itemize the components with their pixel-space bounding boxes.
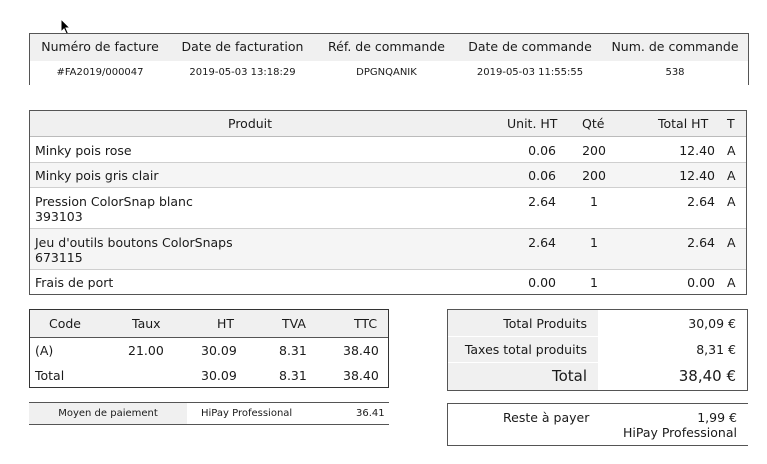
tax-header-row [30,310,388,338]
tax-code: (A) [35,343,54,358]
col-tax: T [727,116,735,131]
tax-col-tva: TVA [282,316,306,331]
row-total-wrap: 12.40 [635,168,735,183]
payment-method-label: Moyen de paiement [29,403,187,424]
col-unit-price: Unit. HT [507,116,558,131]
invoice-date: 2019-05-03 13:18:29 [189,67,296,78]
col-product: Produit [228,116,273,131]
order-date: 2019-05-03 11:55:55 [476,67,584,78]
unit-price: 0.06 [528,168,556,183]
row-total-wrap: 0.00 [635,275,735,290]
invoice-header-table: Numéro de facture Date de facturation Ré… [29,33,749,85]
product-name: Jeu d'outils boutons ColorSnaps [35,235,233,250]
unit-price: 0.06 [528,143,556,158]
products-table: Produit Unit. HT Qté Total HT T Minky po… [29,110,747,295]
order-number: 538 [665,67,685,78]
quantity: 1 [590,194,598,209]
tax-code: A [727,275,736,290]
product-name: Frais de port [35,275,114,290]
tax-col-rate: Taux [132,316,161,331]
row-total: 12.40 [679,168,715,183]
header-order-number: Num. de commande [611,39,739,54]
col-total-ht: Total HT [658,116,709,131]
table-row: Frais de port 0.00 1 0.00 A [30,270,746,294]
payment-method-table: Moyen de paiement HiPay Professional 36.… [29,402,389,425]
tax-total-ht: 30.09 [201,368,237,383]
tax-total-ttc: 38.40 [343,368,379,383]
header-invoice-number: Numéro de facture [41,39,159,54]
tax-code: A [727,143,736,158]
order-reference: DPGNQANIK [356,67,417,78]
quantity: 200 [582,168,606,183]
quantity: 1 [590,275,598,290]
products-header-row: Produit Unit. HT Qté Total HT T [30,111,746,137]
product-name: Minky pois gris clair [35,168,159,183]
totals-divider [448,362,747,363]
unit-price: 0.00 [528,275,556,290]
tax-code: A [727,194,736,209]
row-total: 2.64 [687,235,715,250]
tax-rate: 21.00 [128,343,164,358]
grand-total-value: 38,40 € [678,367,736,385]
remaining-label: Reste à payer [503,410,590,425]
tax-code: A [727,235,736,250]
table-row: Minky pois rose 0.06 200 12.40 A [30,137,746,162]
total-products-value: 30,09 € [688,316,736,331]
tax-ht: 30.09 [201,343,237,358]
tax-ttc: 38.40 [343,343,379,358]
table-row: Pression ColorSnap blanc 393103 2.64 1 2… [30,188,746,228]
unit-price: 2.64 [528,235,556,250]
table-row: Jeu d'outils boutons ColorSnaps 673115 2… [30,229,746,269]
tax-code: A [727,168,736,183]
row-total: 12.40 [679,143,715,158]
total-taxes-label: Taxes total produits [464,342,587,357]
payment-method-name: HiPay Professional [201,408,293,419]
product-name: Minky pois rose [35,143,132,158]
total-taxes-value: 8,31 € [696,342,736,357]
product-name: Pression ColorSnap blanc [35,194,193,209]
total-products-label: Total Produits [503,316,587,331]
quantity: 1 [590,235,598,250]
remaining-payment-box: Reste à payer 1,99 € HiPay Professional [447,403,748,446]
tax-col-code: Code [49,316,82,331]
totals-divider [448,336,747,337]
totals-table: Total Produits 30,09 € Taxes total produ… [447,309,748,391]
tax-tva: 8.31 [279,343,307,358]
table-row: Minky pois gris clair 0.06 200 12.40 A [30,163,746,187]
header-order-ref: Réf. de commande [328,39,445,54]
tax-summary-table: Code Taux HT TVA TTC (A) 21.00 30.09 8.3… [29,309,389,388]
header-order-date: Date de commande [468,39,592,54]
row-total: 2.64 [687,194,715,209]
tax-col-ht: HT [217,316,235,331]
unit-price: 2.64 [528,194,556,209]
header-invoice-date: Date de facturation [181,39,304,54]
tax-total-tva: 8.31 [279,368,307,383]
remaining-method: HiPay Professional [622,425,737,440]
product-reference: 673115 [35,250,83,265]
remaining-amount: 1,99 € [697,410,737,425]
tax-total-label: Total [35,368,65,383]
grand-total-label: Total [551,367,587,385]
row-total: 0.00 [687,275,715,290]
payment-amount: 36.41 [356,408,385,419]
row-total-wrap: 2.64 [635,235,735,250]
tax-col-ttc: TTC [354,316,378,331]
col-quantity: Qté [582,116,605,131]
row-total-wrap: 12.40 [635,143,735,158]
invoice-number: #FA2019/000047 [56,67,144,78]
row-total-wrap: 2.64 [635,194,735,209]
quantity: 200 [582,143,606,158]
product-reference: 393103 [35,209,83,224]
